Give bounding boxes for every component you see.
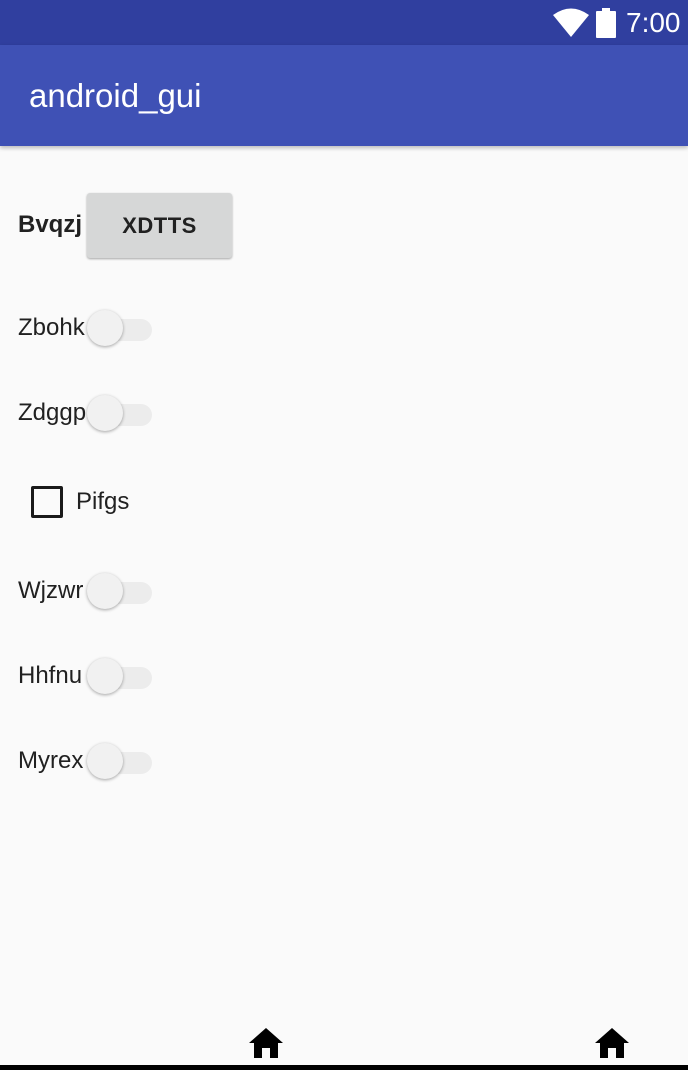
battery-icon bbox=[596, 8, 616, 38]
switch-label-myrex: Myrex bbox=[18, 747, 84, 774]
switch-hhfnu[interactable] bbox=[86, 656, 152, 696]
switch-zbohk[interactable] bbox=[86, 308, 152, 348]
switch-wjzwr[interactable] bbox=[86, 571, 152, 611]
home-icon[interactable] bbox=[594, 1027, 630, 1059]
switch-thumb bbox=[87, 395, 123, 431]
switch-label-wjzwr: Wjzwr bbox=[18, 577, 84, 604]
app-bar: android_gui bbox=[0, 45, 688, 146]
switch-myrex[interactable] bbox=[86, 741, 152, 781]
bottom-nav-bar bbox=[0, 1065, 688, 1070]
button-row-label: Bvqzj bbox=[18, 211, 83, 238]
status-time: 7:00 bbox=[626, 7, 681, 38]
wifi-icon bbox=[553, 8, 589, 37]
checkbox-label-pifgs[interactable]: Pifgs bbox=[76, 487, 129, 517]
switch-label-hhfnu: Hhfnu bbox=[18, 662, 83, 689]
switch-thumb bbox=[87, 743, 123, 779]
home-icon[interactable] bbox=[248, 1027, 284, 1059]
switch-thumb bbox=[87, 310, 123, 346]
switch-thumb bbox=[87, 658, 123, 694]
switch-zdggp[interactable] bbox=[86, 393, 152, 433]
status-bar: 7:00 bbox=[0, 0, 688, 45]
switch-label-zdggp: Zdggp bbox=[18, 399, 87, 426]
app-title: android_gui bbox=[29, 77, 202, 114]
switch-thumb bbox=[87, 573, 123, 609]
switch-label-zbohk: Zbohk bbox=[18, 314, 85, 341]
xdtts-button[interactable]: XDTTS bbox=[87, 193, 232, 258]
pifgs-checkbox[interactable] bbox=[31, 486, 63, 518]
